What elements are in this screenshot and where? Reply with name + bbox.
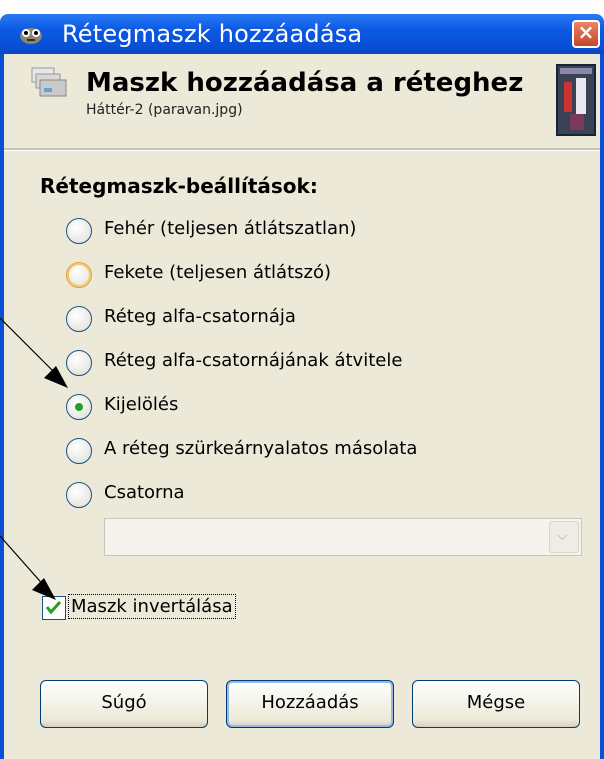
checkmark-icon	[45, 600, 62, 615]
option-white-label: Fehér (teljesen átlátszatlan)	[104, 218, 357, 239]
invert-mask-label[interactable]: Maszk invertálása	[68, 594, 236, 619]
help-button[interactable]: Súgó	[40, 680, 208, 728]
option-selection-label: Kijelölés	[104, 394, 179, 415]
title-bar[interactable]: Rétegmaszk hozzáadása	[0, 14, 604, 54]
add-button[interactable]: Hozzáadás	[226, 680, 394, 728]
radio-alpha[interactable]	[66, 306, 92, 332]
option-channel-label: Csatorna	[104, 482, 185, 503]
radio-channel[interactable]	[66, 482, 92, 508]
radio-grayscale[interactable]	[66, 438, 92, 464]
close-button[interactable]: ×	[572, 20, 600, 48]
radio-selection[interactable]	[66, 394, 92, 420]
window-title: Rétegmaszk hozzáadása	[62, 20, 363, 48]
layer-thumbnail	[556, 64, 596, 136]
radio-white[interactable]	[66, 218, 92, 244]
close-icon: ×	[577, 20, 595, 44]
option-black-label: Fekete (teljesen átlátszó)	[104, 262, 332, 283]
gimp-wilber-icon	[20, 28, 42, 44]
option-alpha-label: Réteg alfa-csatornája	[104, 306, 296, 327]
cancel-button[interactable]: Mégse	[412, 680, 580, 728]
invert-mask-checkbox[interactable]	[42, 596, 66, 620]
channel-select[interactable]: ⌵	[104, 518, 582, 556]
option-transfer-alpha-label: Réteg alfa-csatornájának átvitele	[104, 350, 403, 371]
radio-selected-dot	[75, 403, 83, 411]
dialog-heading: Maszk hozzáadása a réteghez	[86, 68, 524, 98]
layer-mask-icon	[31, 67, 67, 97]
layer-name: Háttér-2 (paravan.jpg)	[86, 102, 243, 118]
radio-transfer-alpha[interactable]	[66, 350, 92, 376]
channel-select-button[interactable]: ⌵	[549, 521, 579, 553]
chevron-down-icon: ⌵	[557, 528, 568, 544]
header-separator	[4, 148, 600, 151]
option-grayscale-label: A réteg szürkeárnyalatos másolata	[104, 438, 418, 459]
add-layer-mask-dialog: Rétegmaszk hozzáadása × Maszk hozzáadása…	[0, 0, 604, 759]
radio-black[interactable]	[66, 262, 92, 288]
mask-options-label: Rétegmaszk-beállítások:	[40, 174, 318, 198]
